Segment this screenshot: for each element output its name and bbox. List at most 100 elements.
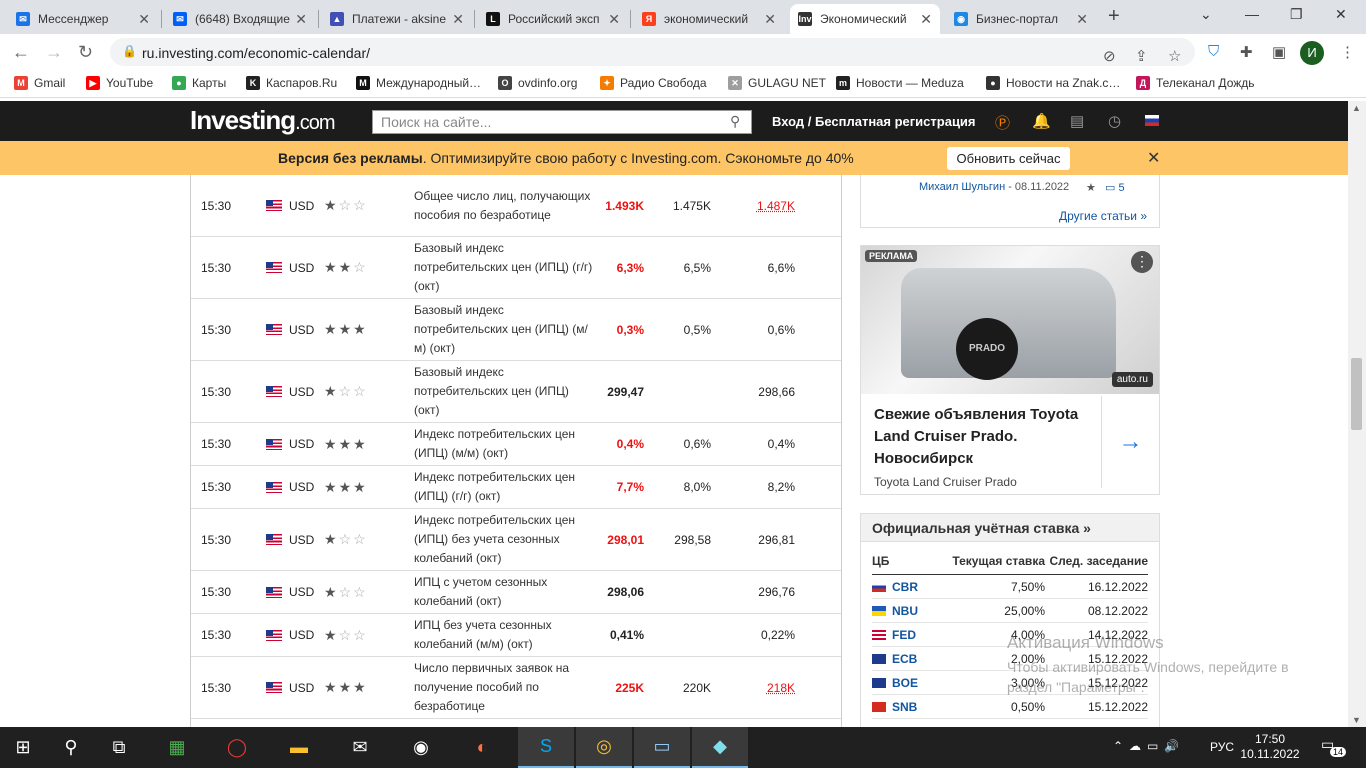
- browser-tab[interactable]: ✉ Мессенджер ✕: [8, 4, 158, 34]
- rate-bank[interactable]: FED: [892, 628, 932, 642]
- browser-tab[interactable]: Яэкономический ✕: [634, 4, 784, 34]
- back-icon[interactable]: ←: [12, 42, 30, 63]
- bookmark-item[interactable]: ● Новости на Znak.c…: [986, 76, 1120, 90]
- calendar-row[interactable]: 15:30 USD ★★★ Индекс потребительских цен (И…: [191, 423, 841, 466]
- calendar-row[interactable]: 15:30 USD ★★☆ Базовый индекс потребительски…: [191, 237, 841, 299]
- ad-image[interactable]: PRADO РЕКЛАМА ⋮ auto.ru: [861, 246, 1159, 394]
- bookmark-item[interactable]: m Новости — Meduza: [836, 76, 964, 90]
- bookmark-star-icon[interactable]: ☆: [1168, 47, 1181, 65]
- rate-bank[interactable]: SNB: [892, 700, 932, 714]
- search-icon[interactable]: ⚲: [48, 727, 94, 768]
- event-name[interactable]: ИПЦ с учетом сезонных колебаний (окт): [414, 573, 594, 611]
- profile-avatar[interactable]: И: [1300, 41, 1324, 65]
- chrome-icon[interactable]: ◎: [576, 727, 632, 768]
- share-icon[interactable]: ⇪: [1135, 47, 1148, 65]
- other-articles-link[interactable]: Другие статьи »: [1059, 209, 1147, 223]
- ad-title[interactable]: Свежие объявления Toyota Land Cruiser Pr…: [874, 404, 1089, 470]
- close-window-button[interactable]: ✕: [1335, 6, 1347, 23]
- rate-bank[interactable]: CBR: [892, 580, 932, 594]
- bookmark-item[interactable]: Д Телеканал Дождь: [1136, 76, 1255, 90]
- rate-bank[interactable]: NBU: [892, 604, 932, 618]
- url-text[interactable]: ru.investing.com/economic-calendar/: [142, 45, 370, 61]
- lock-icon[interactable]: 🔒: [122, 44, 137, 58]
- calendar-row[interactable]: 15:30 USD ★★★ Индекс потребительских цен (И…: [191, 466, 841, 509]
- clock-icon[interactable]: ◷: [1108, 112, 1121, 130]
- browser-tab[interactable]: ✉ (6648) Входящие ✕: [165, 4, 315, 34]
- page-scrollbar[interactable]: ▲ ▼: [1348, 101, 1366, 727]
- scroll-up-icon[interactable]: ▲: [1352, 103, 1361, 113]
- start-icon[interactable]: ⊞: [0, 727, 46, 768]
- comments-count[interactable]: ★ ▭ 5: [1086, 181, 1125, 194]
- store-icon[interactable]: ▦: [154, 727, 200, 768]
- calendar-row[interactable]: 15:30 USD ★☆☆ ИПЦ с учетом сезонных колебан…: [191, 571, 841, 614]
- tracking-off-icon[interactable]: ⊘: [1103, 47, 1116, 65]
- url-box[interactable]: 🔒 ru.investing.com/economic-calendar/ ⊘ …: [110, 38, 1195, 66]
- rate-row[interactable]: SNB 0,50% 15.12.2022: [872, 695, 1148, 719]
- upgrade-button[interactable]: Обновить сейчас: [947, 147, 1070, 170]
- reload-icon[interactable]: ↻: [78, 42, 93, 63]
- firefox-icon[interactable]: ◐: [459, 727, 505, 768]
- advertisement[interactable]: PRADO РЕКЛАМА ⋮ auto.ru Свежие объявлени…: [860, 245, 1160, 495]
- bell-icon[interactable]: 🔔: [1032, 112, 1051, 130]
- site-search-input[interactable]: Поиск на сайте...: [372, 110, 752, 134]
- mail-app-icon[interactable]: ✉: [337, 727, 383, 768]
- skype-icon[interactable]: S: [518, 727, 574, 768]
- tab-search-icon[interactable]: ⌄: [1200, 6, 1212, 23]
- bookmark-item[interactable]: ✦ Радио Свобода: [600, 76, 707, 90]
- browser-tab[interactable]: L Российский эксп ✕: [478, 4, 628, 34]
- calendar-row[interactable]: 15:30 USD ★☆☆ Индекс потребительских цен (И…: [191, 509, 841, 571]
- portfolio-icon[interactable]: ▤: [1070, 112, 1084, 130]
- browser-tab[interactable]: ▲ Платежи - aksine ✕: [322, 4, 472, 34]
- minimize-button[interactable]: —: [1245, 6, 1259, 22]
- sidepanel-icon[interactable]: ▣: [1272, 43, 1286, 61]
- search-icon[interactable]: ⚲: [730, 113, 740, 130]
- bookmark-item[interactable]: ● Карты: [172, 76, 226, 90]
- rates-title[interactable]: Официальная учётная ставка »: [861, 514, 1159, 542]
- bookmark-item[interactable]: ✕ GULAGU NET: [728, 76, 826, 90]
- bookmark-item[interactable]: K Каспаров.Ru: [246, 76, 337, 90]
- notes-app-icon[interactable]: ◆: [692, 727, 748, 768]
- ad-menu-icon[interactable]: ⋮: [1131, 251, 1153, 273]
- menu-icon[interactable]: ⋮: [1340, 43, 1355, 61]
- new-tab-button[interactable]: +: [1108, 5, 1120, 28]
- bookmark-item[interactable]: M Gmail: [14, 76, 65, 90]
- event-name[interactable]: Индекс потребительских цен (ИПЦ) без уче…: [414, 511, 594, 568]
- investing-logo[interactable]: Investing.com: [190, 105, 335, 136]
- task-view-icon[interactable]: ⧉: [96, 727, 142, 768]
- bookmark-item[interactable]: M Международный…: [356, 76, 481, 90]
- bookmark-item[interactable]: Oovdinfo.org: [498, 76, 577, 90]
- calendar-row[interactable]: 15:30 USD ★★★ Число первичных заявок на пол…: [191, 657, 841, 719]
- rate-bank[interactable]: BOE: [892, 676, 932, 690]
- close-tab-icon[interactable]: ✕: [1076, 11, 1088, 28]
- language-indicator[interactable]: РУС: [1210, 740, 1234, 754]
- event-name[interactable]: Базовый индекс потребительских цен (ИПЦ)…: [414, 239, 594, 296]
- close-tab-icon[interactable]: ✕: [138, 11, 150, 28]
- close-tab-icon[interactable]: ✕: [452, 11, 464, 28]
- forward-icon[interactable]: →: [45, 42, 63, 63]
- event-name[interactable]: Базовый индекс потребительских цен (ИПЦ)…: [414, 363, 594, 420]
- rate-row[interactable]: CBR 7,50% 16.12.2022: [872, 575, 1148, 599]
- event-name[interactable]: Базовый индекс потребительских цен (ИПЦ)…: [414, 301, 594, 358]
- calendar-row[interactable]: 15:30 USD ★★★ Базовый индекс потребительски…: [191, 299, 841, 361]
- author-name[interactable]: Михаил Шульгин: [919, 181, 1005, 193]
- russia-flag-icon[interactable]: [1145, 115, 1159, 126]
- event-name[interactable]: Индекс потребительских цен (ИПЦ) (м/м) (…: [414, 425, 594, 463]
- event-name[interactable]: Индекс потребительских цен (ИПЦ) (г/г) (…: [414, 468, 594, 506]
- event-name[interactable]: Число первичных заявок на получение посо…: [414, 659, 594, 716]
- maximize-button[interactable]: ❐: [1290, 6, 1303, 23]
- folder-icon[interactable]: ▬: [276, 727, 322, 768]
- remote-desktop-icon[interactable]: ▭: [634, 727, 690, 768]
- calendar-row[interactable]: [191, 719, 841, 727]
- shield-extension-icon[interactable]: ⛉: [1208, 43, 1219, 60]
- scroll-down-icon[interactable]: ▼: [1352, 715, 1361, 725]
- close-tab-icon[interactable]: ✕: [608, 11, 620, 28]
- browser-tab[interactable]: Inv Экономический ✕: [790, 4, 940, 34]
- bookmark-item[interactable]: ▶ YouTube: [86, 76, 153, 90]
- rate-row[interactable]: NBU 25,00% 08.12.2022: [872, 599, 1148, 623]
- close-icon[interactable]: ✕: [1147, 148, 1160, 168]
- login-link[interactable]: Вход / Бесплатная регистрация: [772, 114, 976, 129]
- browser-tab[interactable]: ◉ Бизнес-портал ✕: [946, 4, 1096, 34]
- pro-icon[interactable]: Ⓟ: [995, 112, 1010, 133]
- calendar-row[interactable]: 15:30 USD ★☆☆ Базовый индекс потребительски…: [191, 361, 841, 423]
- taskbar-clock[interactable]: 17:50 10.11.2022: [1240, 732, 1300, 762]
